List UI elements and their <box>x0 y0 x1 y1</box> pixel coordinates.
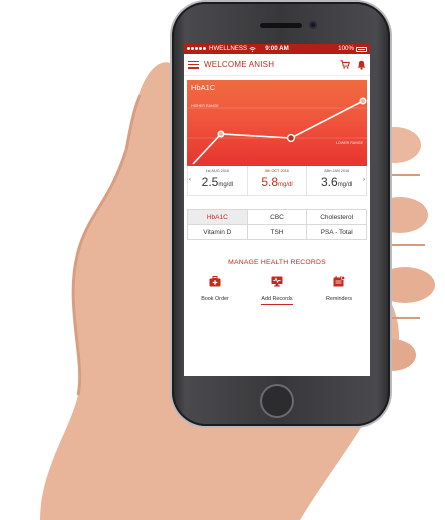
status-bar: HWELLNESS 9:00 AM 100% <box>184 44 370 54</box>
reminders-label: Reminders <box>325 296 353 302</box>
reminders-button[interactable]: Reminders <box>308 275 370 305</box>
add-records-label: Add Records <box>261 296 293 305</box>
reading-unit: mg/dl <box>337 182 353 188</box>
next-arrow-icon[interactable]: › <box>363 177 365 183</box>
test-selector-grid: HbA1C CBC Cholesterol Vitamin D TSH PSA … <box>187 209 367 240</box>
reading-item[interactable]: 5th OCT 2016 5.8mg/dl <box>248 166 308 195</box>
data-point <box>359 97 367 105</box>
status-time: 9:00 AM <box>265 45 289 52</box>
app-bar: WELCOME ANISH <box>184 54 370 76</box>
reading-unit: mg/dl <box>278 182 293 188</box>
records-monitor-icon <box>271 276 283 286</box>
data-point <box>217 130 225 138</box>
data-point <box>286 133 296 143</box>
previous-arrow-icon[interactable]: ‹ <box>189 177 191 183</box>
reading-item[interactable]: 28th JAN 2016 3.6mg/dl <box>307 166 366 195</box>
book-order-label: Book Order <box>201 296 229 302</box>
manage-health-records-title: MANAGE HEALTH RECORDS <box>228 259 326 266</box>
test-tab-hba1c[interactable]: HbA1C <box>188 210 248 225</box>
calendar-reminder-icon <box>333 275 345 286</box>
reading-value: 3.6 <box>321 175 338 189</box>
test-tab-cbc[interactable]: CBC <box>247 210 308 225</box>
earpiece-speaker <box>260 23 302 28</box>
test-tab-psa-total[interactable]: PSA - Total <box>307 225 367 240</box>
phone-screen: HWELLNESS 9:00 AM 100% WELCOME ANISH HbA… <box>184 44 370 376</box>
book-order-button[interactable]: Book Order <box>184 275 246 305</box>
test-tab-tsh[interactable]: TSH <box>247 225 308 240</box>
cart-icon[interactable] <box>340 60 350 69</box>
bell-icon[interactable] <box>357 60 366 70</box>
medical-kit-icon <box>209 275 221 286</box>
chart-plot <box>187 97 367 165</box>
reading-date: 5th OCT 2016 <box>265 169 289 173</box>
reading-item[interactable]: 1st AUG 2016 2.5mg/dl <box>188 166 248 195</box>
home-button[interactable] <box>260 384 294 418</box>
battery-icon <box>356 46 367 52</box>
reading-value: 5.8 <box>261 175 279 189</box>
reading-date: 28th JAN 2016 <box>324 169 350 173</box>
health-records-actions: Book Order Add Records Reminders <box>184 275 370 305</box>
reading-date: 1st AUG 2016 <box>205 169 230 173</box>
readings-row: ‹ 1st AUG 2016 2.5mg/dl 5th OCT 2016 5.8… <box>187 166 367 196</box>
test-tab-cholesterol[interactable]: Cholesterol <box>307 210 367 225</box>
reading-value: 2.5 <box>201 175 219 189</box>
menu-icon[interactable] <box>188 60 199 69</box>
page-title: WELCOME ANISH <box>204 60 275 69</box>
test-tab-vitamin-d[interactable]: Vitamin D <box>188 225 248 240</box>
front-camera <box>309 21 317 29</box>
hba1c-chart[interactable]: HbA1C HIGHER RANGE LOWER RANGE <box>187 80 367 166</box>
add-records-button[interactable]: Add Records <box>246 275 308 305</box>
reading-unit: mg/dl <box>218 182 234 188</box>
